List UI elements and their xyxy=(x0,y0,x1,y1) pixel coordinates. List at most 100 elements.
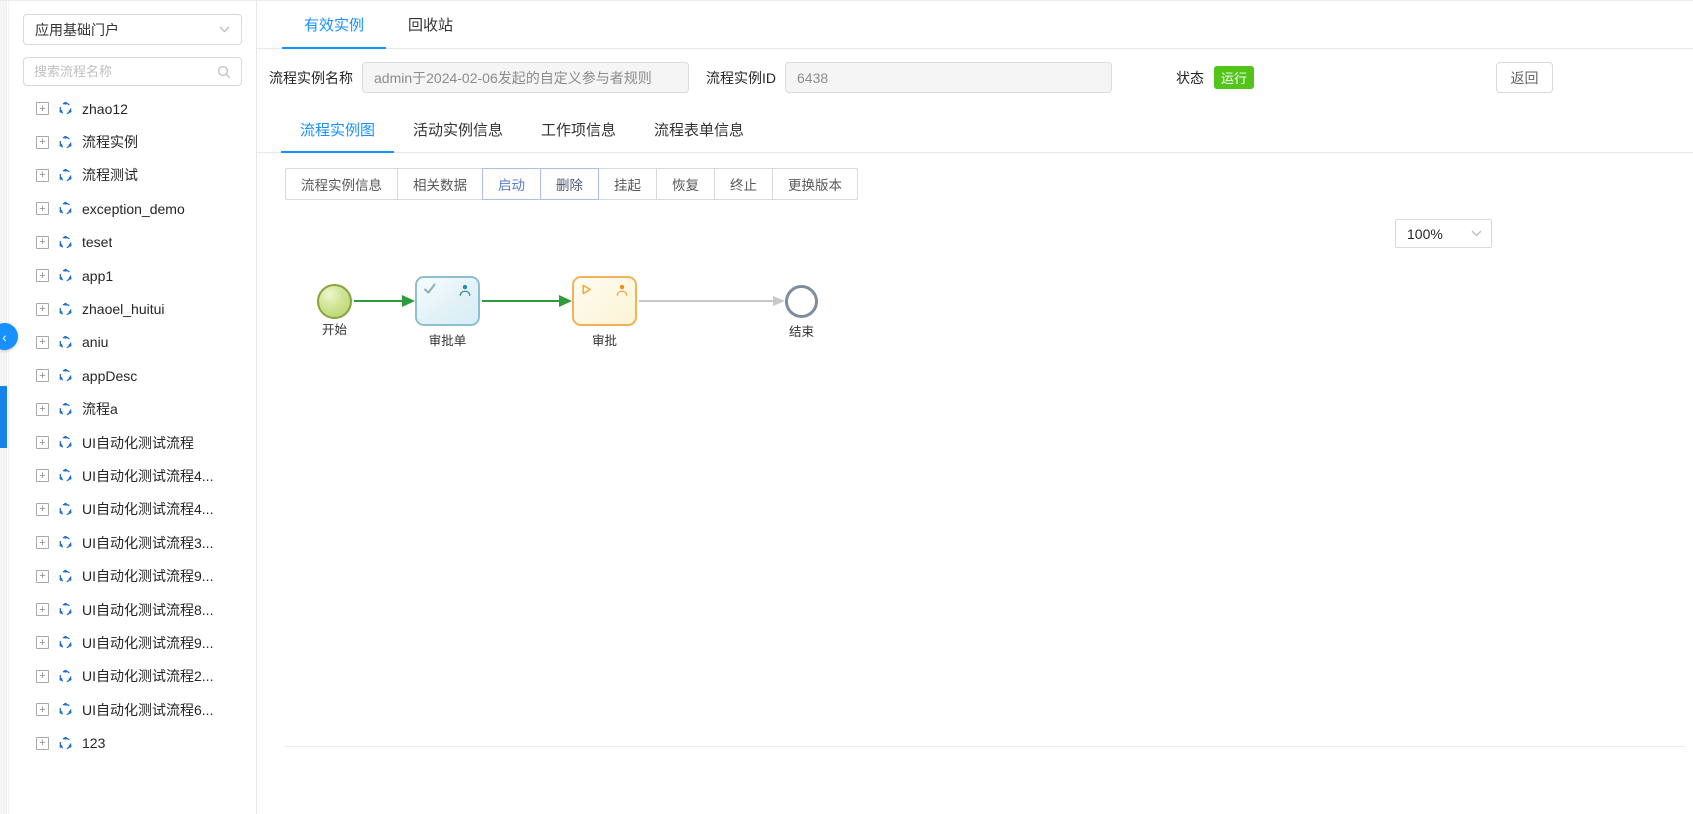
tab-label: 流程实例图 xyxy=(300,119,375,140)
connector-arrows xyxy=(257,199,1157,449)
check-icon xyxy=(423,283,437,295)
tree-item[interactable]: + teset xyxy=(9,226,256,259)
tree-item[interactable]: + UI自动化测试流程9... xyxy=(9,559,256,592)
plus-expand-icon[interactable]: + xyxy=(36,136,49,149)
plus-expand-icon[interactable]: + xyxy=(36,703,49,716)
process-search-box xyxy=(23,57,242,86)
tree-item-label: UI自动化测试流程 xyxy=(82,433,194,453)
plus-expand-icon[interactable]: + xyxy=(36,236,49,249)
tree-item[interactable]: +UI自动化测试流程8... xyxy=(9,593,256,626)
page: { "icons": { "expand_plus": "+", "collap… xyxy=(0,0,1693,814)
chevron-down-icon xyxy=(1471,230,1482,237)
tree-item-label: 123 xyxy=(82,735,105,751)
process-icon xyxy=(58,335,73,350)
task-node-approval-form[interactable] xyxy=(415,276,480,326)
tree-item-label: zhao12 xyxy=(82,101,128,117)
process-icon xyxy=(58,135,73,150)
process-icon xyxy=(58,268,73,283)
plus-expand-icon[interactable]: + xyxy=(36,169,49,182)
suspend-button[interactable]: 挂起 xyxy=(598,168,657,200)
plus-expand-icon[interactable]: + xyxy=(36,303,49,316)
tree-item-label: aniu xyxy=(82,334,108,350)
plus-expand-icon[interactable]: + xyxy=(36,436,49,449)
tree-item[interactable]: + aniu xyxy=(9,326,256,359)
user-icon xyxy=(615,283,629,297)
process-icon xyxy=(58,736,73,751)
app-portal-select[interactable]: 应用基础门户 xyxy=(23,14,242,45)
instance-id-field[interactable] xyxy=(785,62,1112,93)
tree-item[interactable]: + zhao12 xyxy=(9,92,256,125)
tree-item-label: teset xyxy=(82,234,112,250)
terminate-button[interactable]: 终止 xyxy=(714,168,773,200)
tree-item[interactable]: +app1 xyxy=(9,259,256,292)
plus-expand-icon[interactable]: + xyxy=(36,570,49,583)
tab-activity-instance-info[interactable]: 活动实例信息 xyxy=(394,106,522,152)
start-event-node[interactable] xyxy=(317,284,352,319)
tree-item[interactable]: +UI自动化测试流程4... xyxy=(9,459,256,492)
delete-button[interactable]: 删除 xyxy=(540,168,599,200)
tab-workitem-info[interactable]: 工作项信息 xyxy=(522,106,635,152)
tree-item[interactable]: + appDesc xyxy=(9,359,256,392)
tree-item[interactable]: + 流程a xyxy=(9,393,256,426)
user-icon xyxy=(458,283,472,297)
process-icon xyxy=(58,702,73,717)
bottom-divider xyxy=(285,746,1685,747)
related-data-button[interactable]: 相关数据 xyxy=(397,168,483,200)
plus-expand-icon[interactable]: + xyxy=(36,670,49,683)
tree-item-label: UI自动化测试流程9... xyxy=(82,566,213,586)
tab-valid-instances[interactable]: 有效实例 xyxy=(282,1,386,48)
tab-recycle-bin[interactable]: 回收站 xyxy=(386,1,475,48)
process-icon xyxy=(58,669,73,684)
chevron-left-icon: ‹ xyxy=(2,329,7,345)
plus-expand-icon[interactable]: + xyxy=(36,737,49,750)
tree-item[interactable]: +123 xyxy=(9,726,256,759)
instance-name-field[interactable] xyxy=(362,62,689,93)
zoom-select[interactable]: 100% xyxy=(1395,219,1492,248)
end-event-node[interactable] xyxy=(785,285,818,318)
search-input[interactable] xyxy=(34,64,217,79)
tree-item-label: UI自动化测试流程9... xyxy=(82,633,213,653)
back-button[interactable]: 返回 xyxy=(1496,62,1553,93)
tree-item[interactable]: + UI自动化测试流程 xyxy=(9,426,256,459)
tree-item[interactable]: +exception_demo xyxy=(9,192,256,225)
process-icon xyxy=(58,535,73,550)
tree-item[interactable]: +UI自动化测试流程6... xyxy=(9,693,256,726)
change-version-button[interactable]: 更换版本 xyxy=(772,168,858,200)
plus-expand-icon[interactable]: + xyxy=(36,403,49,416)
start-button[interactable]: 启动 xyxy=(482,168,541,200)
plus-expand-icon[interactable]: + xyxy=(36,202,49,215)
instance-info-button[interactable]: 流程实例信息 xyxy=(285,168,398,200)
tree-item-label: appDesc xyxy=(82,368,137,384)
tree-item[interactable]: +zhaoel_huitui xyxy=(9,292,256,325)
tree-item[interactable]: +流程实例 xyxy=(9,125,256,158)
scrollbar-thumb[interactable] xyxy=(0,386,7,448)
resume-button[interactable]: 恢复 xyxy=(656,168,715,200)
plus-expand-icon[interactable]: + xyxy=(36,102,49,115)
process-icon xyxy=(58,468,73,483)
tree-item[interactable]: + UI自动化测试流程9... xyxy=(9,626,256,659)
left-scrollbar-track[interactable] xyxy=(0,1,7,814)
plus-expand-icon[interactable]: + xyxy=(36,369,49,382)
tab-label: 工作项信息 xyxy=(541,119,616,140)
instance-id-label: 流程实例ID xyxy=(706,68,776,88)
plus-expand-icon[interactable]: + xyxy=(36,269,49,282)
chevron-down-icon xyxy=(219,26,230,33)
process-icon xyxy=(58,602,73,617)
plus-expand-icon[interactable]: + xyxy=(36,636,49,649)
tab-process-form-info[interactable]: 流程表单信息 xyxy=(635,106,763,152)
tree-item-label: 流程a xyxy=(82,399,118,419)
tree-item[interactable]: +UI自动化测试流程4... xyxy=(9,493,256,526)
task-node-approval[interactable] xyxy=(572,276,637,326)
plus-expand-icon[interactable]: + xyxy=(36,336,49,349)
tree-item[interactable]: + 流程测试 xyxy=(9,159,256,192)
search-icon xyxy=(217,65,231,79)
tree-item-label: 流程测试 xyxy=(82,165,138,185)
tree-item[interactable]: +UI自动化测试流程3... xyxy=(9,526,256,559)
process-diagram-canvas[interactable]: 100% 开始 审批单 审批 xyxy=(257,199,1693,814)
plus-expand-icon[interactable]: + xyxy=(36,503,49,516)
plus-expand-icon[interactable]: + xyxy=(36,603,49,616)
plus-expand-icon[interactable]: + xyxy=(36,469,49,482)
tab-process-diagram[interactable]: 流程实例图 xyxy=(281,106,394,152)
tree-item[interactable]: +UI自动化测试流程2... xyxy=(9,660,256,693)
plus-expand-icon[interactable]: + xyxy=(36,536,49,549)
